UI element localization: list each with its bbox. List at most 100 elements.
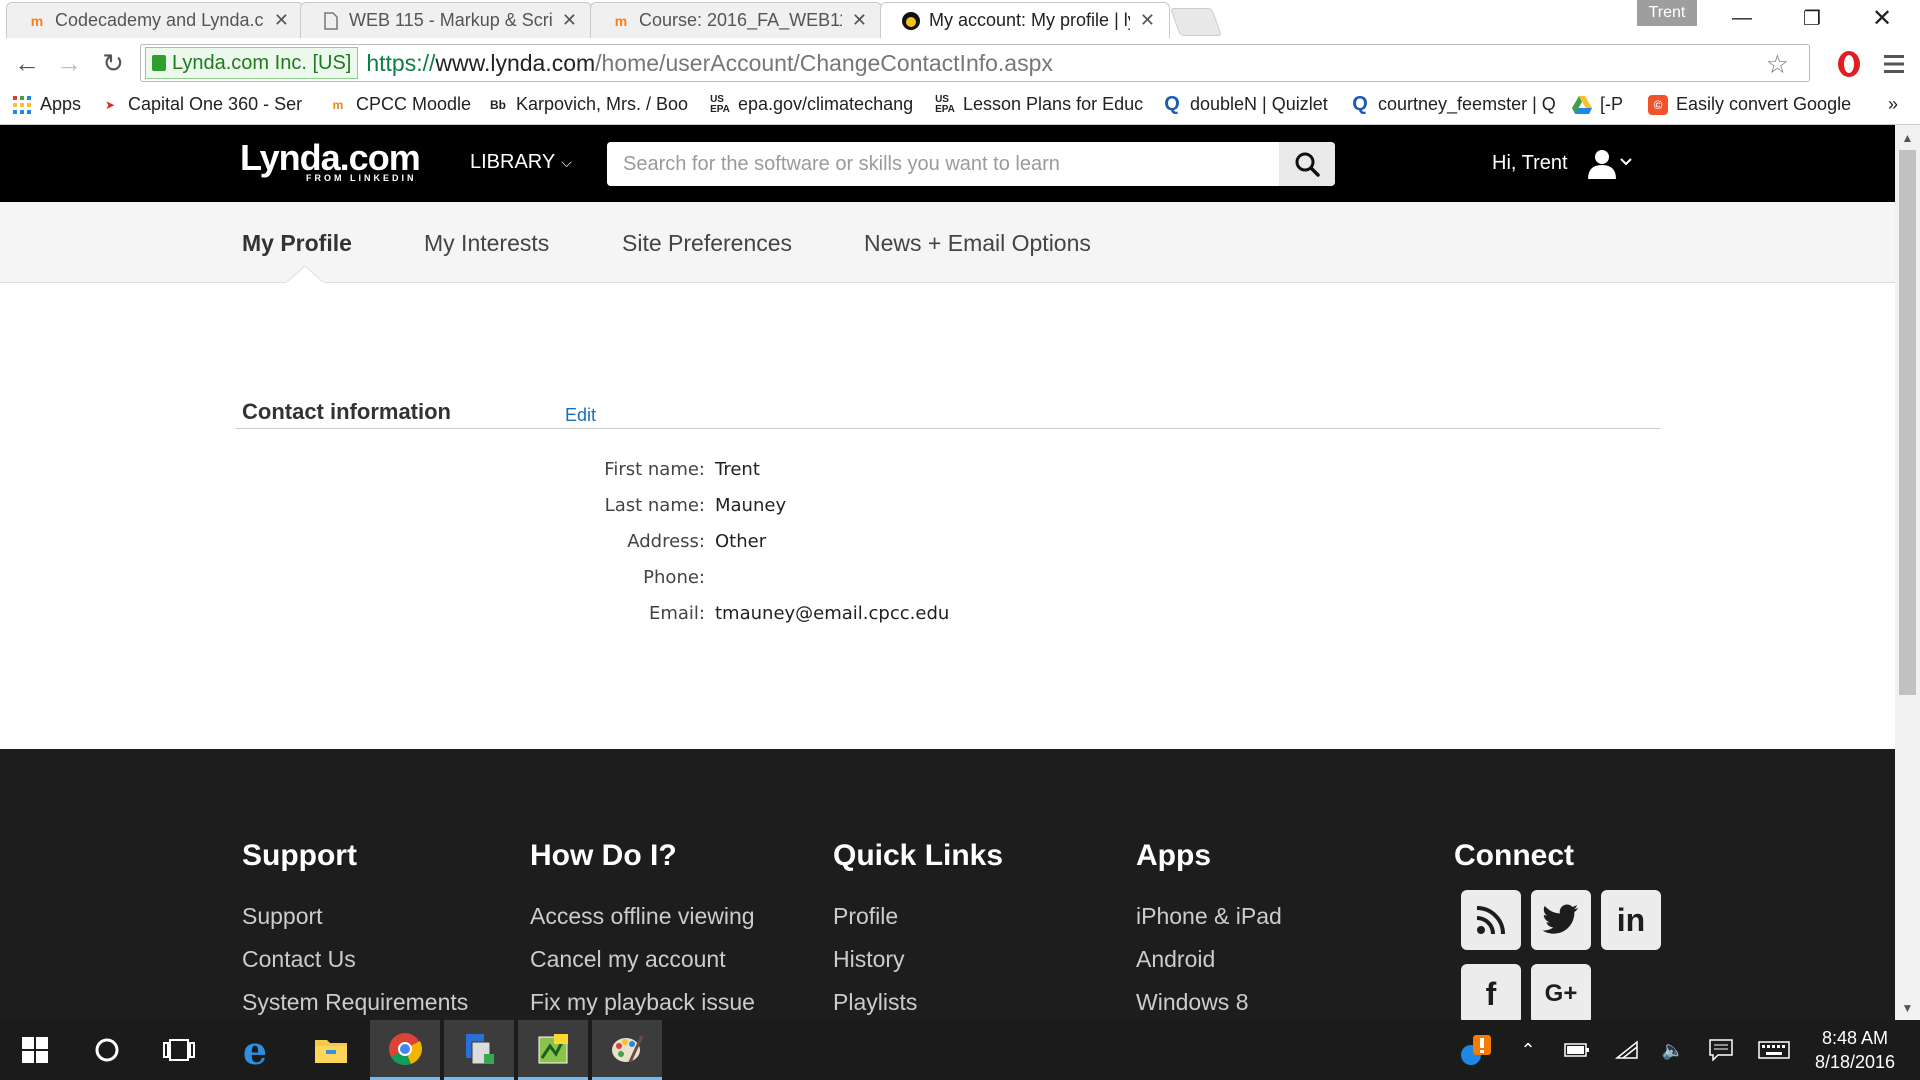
tab-my-profile[interactable]: My Profile <box>242 230 352 257</box>
bookmark-star-icon[interactable]: ☆ <box>1766 49 1789 80</box>
browser-tab-3[interactable]: m Course: 2016_FA_WEB115 ✕ <box>590 2 882 38</box>
profile-subnav: My Profile My Interests Site Preferences… <box>0 202 1895 283</box>
search-icon <box>1295 152 1320 177</box>
scrollbar-thumb[interactable] <box>1899 150 1916 695</box>
battery-icon[interactable] <box>1560 1020 1594 1080</box>
contact-row-first-name: First name: Trent <box>604 459 760 480</box>
browser-tab-2[interactable]: WEB 115 - Markup & Scri ✕ <box>300 2 592 38</box>
site-header: Lynda.com FROM LINKEDIN LIBRARY ⌵ Hi, Tr… <box>0 125 1895 202</box>
close-tab-icon[interactable]: ✕ <box>1140 10 1155 31</box>
quizlet-icon: Q <box>1164 94 1180 115</box>
user-menu[interactable] <box>1588 149 1636 184</box>
tab-my-interests[interactable]: My Interests <box>424 230 549 257</box>
action-center-icon[interactable] <box>1704 1020 1738 1080</box>
address-bar[interactable]: Lynda.com Inc. [US] https://www.lynda.co… <box>140 44 1810 82</box>
epa-icon: US EPA <box>710 94 730 115</box>
footer-link[interactable]: Support <box>242 903 468 930</box>
url-text[interactable]: https://www.lynda.com/home/userAccount/C… <box>366 50 1053 77</box>
facebook-icon[interactable]: f <box>1461 964 1521 1020</box>
close-window-icon[interactable]: ✕ <box>1852 0 1912 36</box>
close-tab-icon[interactable]: ✕ <box>274 10 289 31</box>
scroll-up-icon[interactable]: ▲ <box>1899 128 1916 148</box>
back-icon[interactable]: ← <box>10 46 44 80</box>
forward-icon[interactable]: → <box>52 46 86 80</box>
footer-link[interactable]: Windows 8 <box>1136 989 1282 1016</box>
moodle-icon: m <box>332 97 344 112</box>
bookmark-apps[interactable]: Apps <box>12 94 81 115</box>
lock-icon <box>152 55 166 71</box>
library-menu[interactable]: LIBRARY ⌵ <box>470 151 572 174</box>
wifi-icon[interactable] <box>1610 1020 1644 1080</box>
browser-tab-1[interactable]: m Codecademy and Lynda.c ✕ <box>6 2 304 38</box>
windows-taskbar: e ⌃ 🔈 8:48 AM 8/18/2016 <box>0 1020 1920 1080</box>
footer-col-apps: Apps iPhone & iPad Android Windows 8 <box>1136 839 1282 1016</box>
tray-chevron-up-icon[interactable]: ⌃ <box>1512 1020 1544 1080</box>
footer-col-support: Support Support Contact Us System Requir… <box>242 839 469 1016</box>
paint-icon[interactable] <box>592 1020 662 1080</box>
convert-icon: © <box>1648 94 1668 115</box>
twitter-icon[interactable] <box>1531 890 1591 950</box>
restore-icon[interactable]: ❐ <box>1782 0 1842 36</box>
taskbar-clock[interactable]: 8:48 AM 8/18/2016 <box>1795 1026 1915 1074</box>
chrome-menu-icon[interactable] <box>1882 52 1906 76</box>
linkedin-icon[interactable]: in <box>1601 890 1661 950</box>
scroll-down-icon[interactable]: ▼ <box>1899 998 1916 1018</box>
task-view-icon[interactable] <box>144 1020 214 1080</box>
footer-link[interactable]: Playlists <box>833 989 1003 1016</box>
opera-extension-icon[interactable] <box>1836 50 1862 78</box>
cortana-icon[interactable] <box>72 1020 142 1080</box>
app-icon[interactable] <box>444 1020 514 1080</box>
footer-link[interactable]: Fix my playback issue <box>530 989 755 1016</box>
active-tab-caret <box>286 266 324 284</box>
lynda-icon <box>901 11 921 31</box>
footer-link[interactable]: System Requirements <box>242 989 468 1016</box>
footer-link[interactable]: Android <box>1136 946 1282 973</box>
close-tab-icon[interactable]: ✕ <box>562 10 577 31</box>
chrome-icon[interactable] <box>370 1020 440 1080</box>
reload-icon[interactable]: ↻ <box>96 46 130 80</box>
browser-tab-4-active[interactable]: My account: My profile | ly ✕ <box>880 2 1170 38</box>
browser-profile-badge[interactable]: Trent <box>1637 0 1697 26</box>
ev-certificate-badge[interactable]: Lynda.com Inc. [US] <box>145 47 359 79</box>
footer-link[interactable]: Cancel my account <box>530 946 755 973</box>
bookmark-convert-google[interactable]: © Easily convert Google <box>1648 94 1858 115</box>
bookmark-quizlet-courtney[interactable]: Q courtney_feemster | Q <box>1350 94 1556 115</box>
bookmark-drive[interactable]: [-P <box>1572 94 1623 115</box>
file-explorer-icon[interactable] <box>296 1020 366 1080</box>
bookmark-capital-one[interactable]: ➤ Capital One 360 - Ser <box>100 94 310 115</box>
user-greeting[interactable]: Hi, Trent <box>1492 152 1568 175</box>
search-input[interactable] <box>607 142 1277 186</box>
google-plus-icon[interactable]: G+ <box>1531 964 1591 1020</box>
tab-news-email-options[interactable]: News + Email Options <box>864 230 1091 257</box>
bookmark-cpcc-moodle[interactable]: m CPCC Moodle <box>328 94 471 115</box>
footer-link[interactable]: Access offline viewing <box>530 903 755 930</box>
epa-icon: US EPA <box>935 94 955 115</box>
edge-icon[interactable]: e <box>220 1020 290 1080</box>
network-alert-icon[interactable] <box>1456 1020 1496 1080</box>
volume-icon[interactable]: 🔈 <box>1656 1020 1690 1080</box>
page-viewport: Lynda.com FROM LINKEDIN LIBRARY ⌵ Hi, Tr… <box>0 125 1895 1020</box>
edit-contact-link[interactable]: Edit <box>565 405 596 426</box>
close-tab-icon[interactable]: ✕ <box>852 10 867 31</box>
bookmark-quizlet-doublen[interactable]: Q doubleN | Quizlet <box>1162 94 1328 115</box>
capital-one-icon: ➤ <box>104 97 116 112</box>
app-icon-2[interactable] <box>518 1020 588 1080</box>
new-tab-button[interactable] <box>1169 8 1223 36</box>
start-icon[interactable] <box>0 1020 70 1080</box>
footer-link[interactable]: iPhone & iPad <box>1136 903 1282 930</box>
divider <box>236 428 1660 429</box>
contact-row-email: Email: tmauney@email.cpcc.edu <box>648 603 950 624</box>
footer-link[interactable]: Contact Us <box>242 946 468 973</box>
bookmark-epa[interactable]: US EPA epa.gov/climatechang <box>710 94 920 115</box>
keyboard-icon[interactable] <box>1754 1020 1794 1080</box>
rss-icon[interactable] <box>1461 890 1521 950</box>
footer-link[interactable]: History <box>833 946 1003 973</box>
bookmark-karpovich[interactable]: Bb Karpovich, Mrs. / Boo <box>488 94 692 115</box>
footer-link[interactable]: Profile <box>833 903 1003 930</box>
tab-site-preferences[interactable]: Site Preferences <box>622 230 792 257</box>
search-button[interactable] <box>1279 142 1335 186</box>
minimize-icon[interactable]: — <box>1712 0 1772 36</box>
bookmarks-overflow-icon[interactable]: » <box>1888 94 1898 115</box>
lynda-logo[interactable]: Lynda.com FROM LINKEDIN <box>240 137 421 183</box>
bookmark-lesson-plans[interactable]: US EPA Lesson Plans for Educ <box>935 94 1145 115</box>
